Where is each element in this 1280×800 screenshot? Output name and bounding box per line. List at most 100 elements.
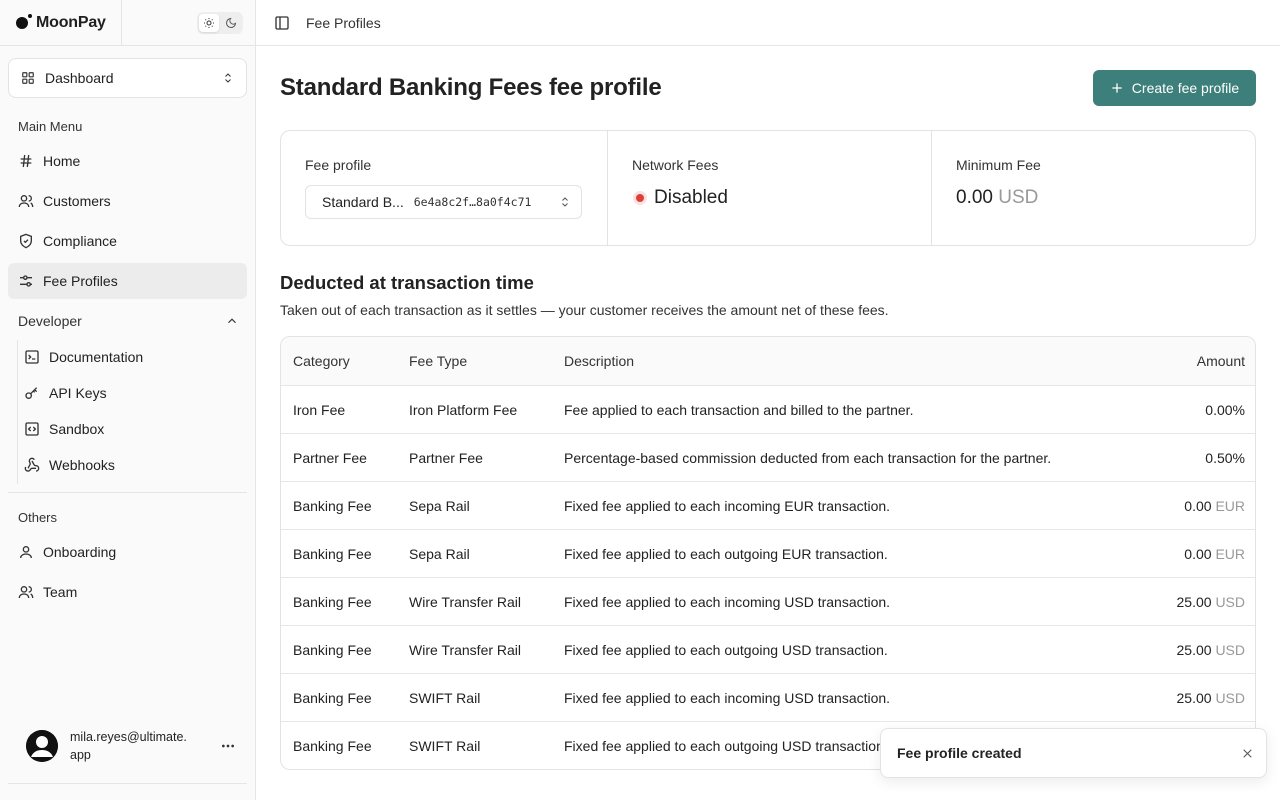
column-header-description[interactable]: Description xyxy=(564,353,634,369)
chevron-up-icon xyxy=(228,318,236,324)
cell-amount: 0.00 EUR xyxy=(1184,498,1245,514)
others-label: Others xyxy=(18,510,58,525)
users-icon xyxy=(18,195,34,208)
column-header-amount[interactable]: Amount xyxy=(1197,353,1245,369)
cell-fee-type: SWIFT Rail xyxy=(409,738,481,754)
table-row: Iron Fee Iron Platform Fee Fee applied t… xyxy=(281,386,1255,434)
table-row: Partner Fee Partner Fee Percentage-based… xyxy=(281,434,1255,482)
chevrons-up-down-icon xyxy=(562,197,568,207)
cell-category: Banking Fee xyxy=(293,690,372,706)
hash-icon xyxy=(20,154,32,168)
user-avatar-icon xyxy=(26,730,58,762)
plus-icon xyxy=(1112,83,1122,93)
cell-fee-type: Iron Platform Fee xyxy=(409,402,518,418)
sidebar-item-label: Sandbox xyxy=(49,421,105,437)
workspace-select-label: Dashboard xyxy=(45,70,114,86)
cell-category: Partner Fee xyxy=(293,450,367,466)
grid-icon xyxy=(22,72,34,84)
amount-value: 0.00 xyxy=(1184,546,1212,562)
amount-value: 0.00 xyxy=(1184,498,1212,514)
cell-description: Fixed fee applied to each outgoing USD t… xyxy=(564,738,888,754)
cell-fee-type: SWIFT Rail xyxy=(409,690,481,706)
shield-check-icon xyxy=(20,233,32,249)
sidebar-item-fee-profiles[interactable]: Fee Profiles xyxy=(8,263,247,299)
brand-logo[interactable]: MoonPay xyxy=(0,0,122,46)
sidebar-bottom-divider xyxy=(8,783,247,784)
sidebar-item-team[interactable]: Team xyxy=(8,574,247,610)
sidebar-item-onboarding[interactable]: Onboarding xyxy=(8,534,247,570)
section-title: Deducted at transaction time xyxy=(280,272,534,293)
cell-description: Fixed fee applied to each incoming USD t… xyxy=(564,594,891,610)
minimum-fee-value: 0.00 xyxy=(956,187,993,208)
developer-label: Developer xyxy=(18,313,82,329)
moon-icon[interactable] xyxy=(221,14,241,32)
table-header: Category Fee Type Description Amount xyxy=(281,337,1255,386)
sidebar-item-documentation[interactable]: Documentation xyxy=(22,340,242,374)
minimum-fee-label: Minimum Fee xyxy=(956,157,1041,173)
moonpay-logo-icon xyxy=(16,13,32,29)
users-icon xyxy=(18,586,34,599)
terminal-icon xyxy=(25,350,39,364)
user-email: mila.reyes@ultimate.app xyxy=(70,730,187,762)
topbar: Fee Profiles xyxy=(256,0,1280,46)
fee-profile-summary: Fee profile Standard B... 6e4a8c2f…8a0f4… xyxy=(280,130,1256,246)
cell-fee-type: Partner Fee xyxy=(409,450,483,466)
cell-amount: 25.00 USD xyxy=(1177,690,1246,706)
table-row: Banking Fee SWIFT Rail Fixed fee applied… xyxy=(281,674,1255,722)
cell-amount: 0.50% xyxy=(1205,450,1245,466)
column-header-category[interactable]: Category xyxy=(293,353,350,369)
sidebar-item-home[interactable]: Home xyxy=(8,143,247,179)
cell-fee-type: Wire Transfer Rail xyxy=(409,594,522,610)
fee-profile-cell: Fee profile Standard B... 6e4a8c2f…8a0f4… xyxy=(281,131,607,245)
more-horizontal-icon[interactable] xyxy=(221,739,235,753)
cell-category: Iron Fee xyxy=(293,402,346,418)
sidebar-item-label: Webhooks xyxy=(49,457,115,473)
cell-fee-type: Wire Transfer Rail xyxy=(409,642,522,658)
sidebar-divider xyxy=(8,492,247,493)
column-header-fee-type[interactable]: Fee Type xyxy=(409,353,467,369)
sidebar-item-webhooks[interactable]: Webhooks xyxy=(22,448,242,482)
cell-amount: 25.00 USD xyxy=(1177,642,1246,658)
sidebar-item-customers[interactable]: Customers xyxy=(8,183,247,219)
sidebar-item-compliance[interactable]: Compliance xyxy=(8,223,247,259)
breadcrumb[interactable]: Fee Profiles xyxy=(306,15,381,31)
amount-unit: USD xyxy=(1215,690,1245,706)
sun-icon[interactable] xyxy=(199,13,219,32)
close-icon[interactable] xyxy=(1241,747,1254,760)
cell-description: Percentage-based commission deducted fro… xyxy=(564,450,1052,466)
amount-value: 25.00 xyxy=(1176,594,1212,610)
user-menu[interactable]: mila.reyes@ultimate.app xyxy=(8,716,247,776)
toast-notification: Fee profile created xyxy=(880,728,1267,778)
fee-profile-select[interactable]: Standard B... 6e4a8c2f…8a0f4c71 xyxy=(305,185,582,219)
avatar xyxy=(26,730,58,762)
table-row: Banking Fee Wire Transfer Rail Fixed fee… xyxy=(281,578,1255,626)
table-row: Banking Fee Sepa Rail Fixed fee applied … xyxy=(281,482,1255,530)
theme-toggle[interactable] xyxy=(197,11,243,34)
sidebar-item-label: Compliance xyxy=(43,233,117,249)
minimum-fee-cell: Minimum Fee 0.00 USD xyxy=(931,131,1255,245)
table-row: Banking Fee Wire Transfer Rail Fixed fee… xyxy=(281,626,1255,674)
main-menu-label: Main Menu xyxy=(18,119,83,134)
network-fees-cell: Network Fees Disabled xyxy=(607,131,931,245)
section-description: Taken out of each transaction as it sett… xyxy=(280,302,889,318)
create-fee-profile-button[interactable]: Create fee profile xyxy=(1093,70,1256,106)
chevrons-up-down-icon xyxy=(225,73,231,83)
create-button-label: Create fee profile xyxy=(1131,80,1240,96)
workspace-select[interactable]: Dashboard xyxy=(8,58,247,98)
sidebar-item-api-keys[interactable]: API Keys xyxy=(22,376,242,410)
webhook-icon xyxy=(24,457,40,472)
amount-unit: EUR xyxy=(1215,498,1245,514)
sidebar-toggle-icon[interactable] xyxy=(274,15,290,31)
status-dot-icon xyxy=(636,194,644,202)
amount-value: 0.00% xyxy=(1205,402,1245,418)
cell-description: Fixed fee applied to each incoming EUR t… xyxy=(564,498,891,514)
cell-fee-type: Sepa Rail xyxy=(409,546,470,562)
cell-category: Banking Fee xyxy=(293,546,372,562)
fee-profile-id: 6e4a8c2f…8a0f4c71 xyxy=(413,195,532,209)
sidebar: MoonPay Dashboard Main Menu Home Custome… xyxy=(0,0,256,800)
amount-value: 25.00 xyxy=(1176,690,1212,706)
brand-name: MoonPay xyxy=(36,13,106,31)
cell-amount: 0.00 EUR xyxy=(1184,546,1245,562)
developer-section-toggle[interactable]: Developer xyxy=(8,306,247,336)
sidebar-item-sandbox[interactable]: Sandbox xyxy=(22,412,242,446)
